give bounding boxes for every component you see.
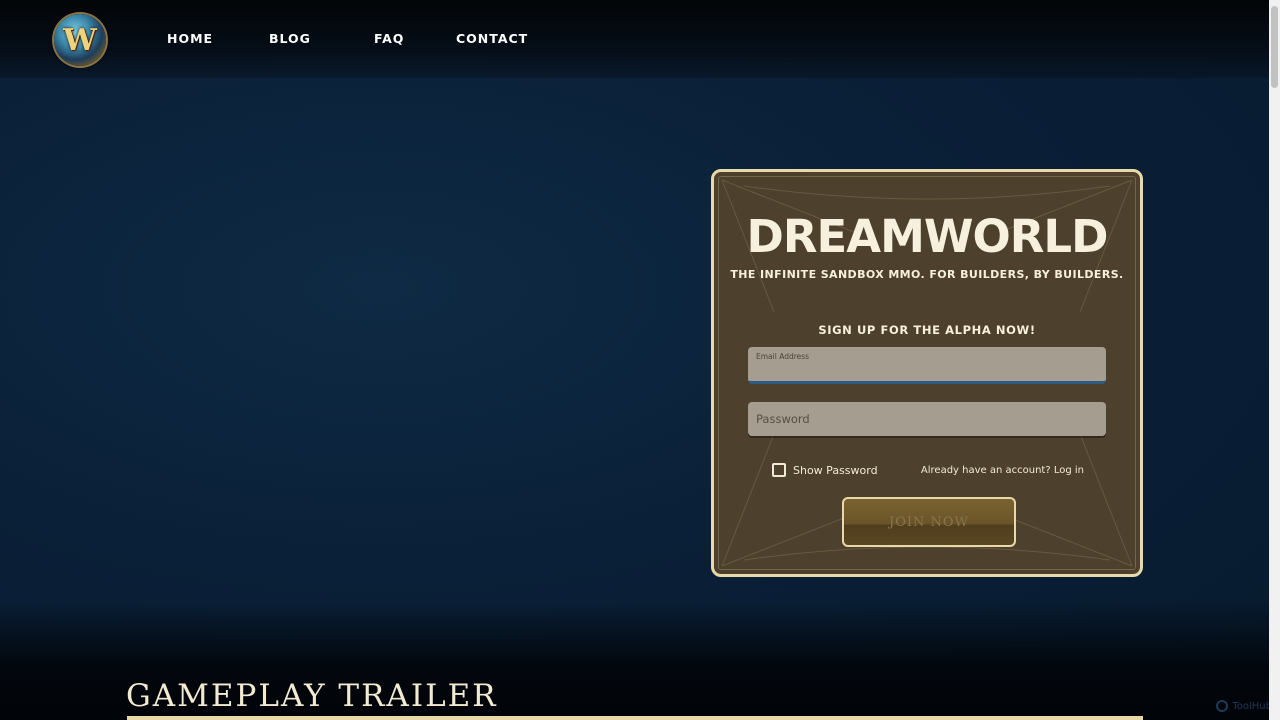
login-link[interactable]: Already have an account? Log in: [921, 465, 1084, 476]
join-now-label: JOIN NOW: [889, 514, 969, 530]
show-password-checkbox[interactable]: [772, 463, 786, 477]
logo-icon[interactable]: W: [54, 14, 106, 66]
watermark: ToolHub: [1216, 700, 1272, 712]
nav-faq-link[interactable]: FAQ: [374, 31, 404, 46]
signup-heading: SIGN UP FOR THE ALPHA NOW!: [818, 323, 1036, 337]
trailer-video-frame[interactable]: [127, 716, 1143, 720]
landing-page: W HOME BLOG FAQ CONTACT DREAMWORLD THE I…: [0, 0, 1269, 720]
logo-letter: W: [63, 22, 97, 58]
join-now-button[interactable]: JOIN NOW: [842, 497, 1016, 547]
email-field[interactable]: Email Address: [748, 347, 1106, 384]
nav-home-link[interactable]: HOME: [167, 31, 213, 46]
email-input[interactable]: [748, 347, 1106, 381]
game-tagline: THE INFINITE SANDBOX MMO. FOR BUILDERS, …: [730, 268, 1124, 281]
top-navigation-bar: W HOME BLOG FAQ CONTACT: [0, 0, 1269, 78]
password-field[interactable]: [748, 402, 1106, 436]
signup-panel: DREAMWORLD THE INFINITE SANDBOX MMO. FOR…: [711, 169, 1143, 577]
password-input[interactable]: [748, 402, 1106, 436]
nav-contact-link[interactable]: CONTACT: [456, 31, 528, 46]
watermark-logo-icon: [1216, 700, 1229, 712]
scrollbar-thumb[interactable]: [1271, 6, 1278, 88]
nav-blog-link[interactable]: BLOG: [269, 31, 311, 46]
game-title: DREAMWORLD: [746, 210, 1109, 263]
watermark-text: ToolHub: [1232, 700, 1272, 712]
trailer-section-title: GAMEPLAY TRAILER: [126, 678, 498, 714]
page-scrollbar[interactable]: [1269, 0, 1280, 720]
show-password-label[interactable]: Show Password: [793, 464, 878, 477]
